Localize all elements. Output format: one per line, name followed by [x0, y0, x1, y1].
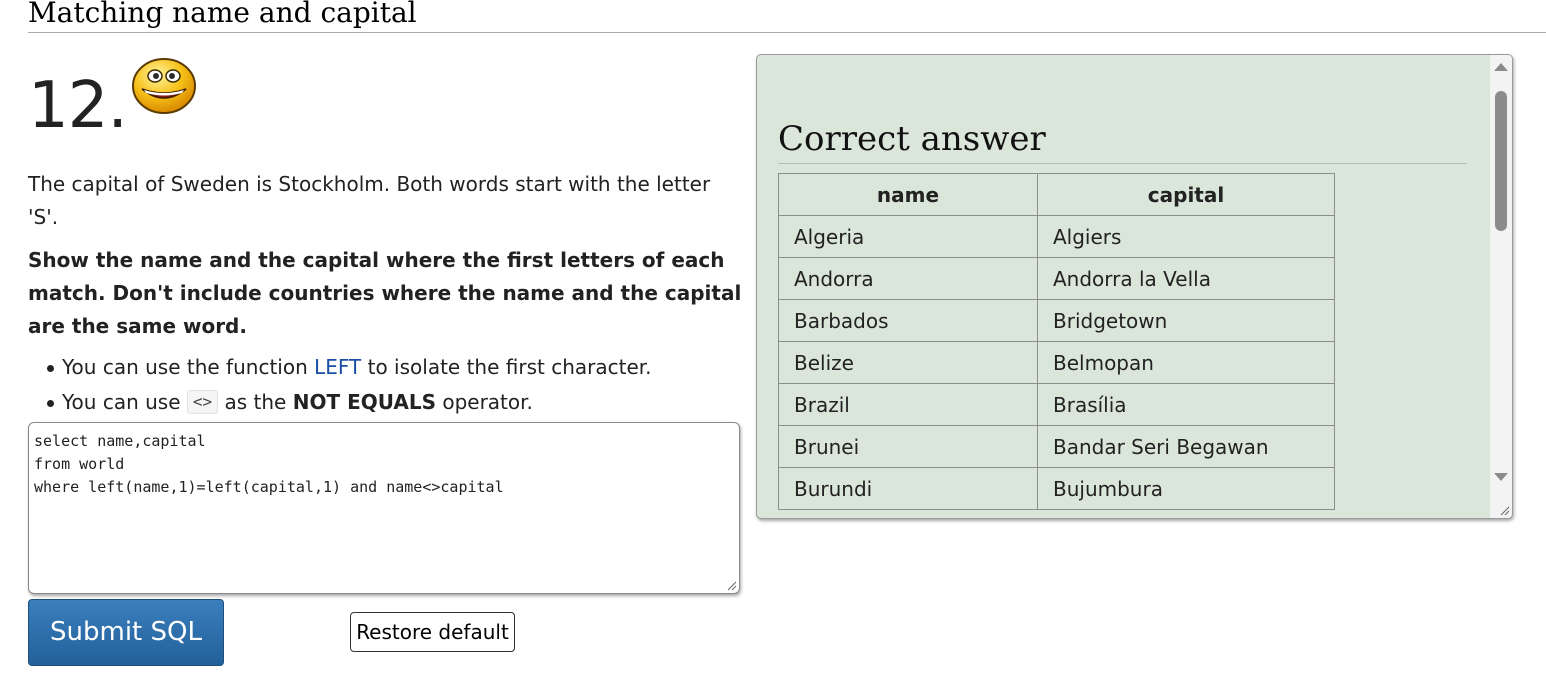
cell-name: Belize [778, 341, 1038, 384]
cell-capital: Brasília [1037, 383, 1335, 426]
resize-grip-icon[interactable] [1499, 505, 1510, 516]
left-function-link[interactable]: LEFT [314, 355, 361, 379]
cell-name: Andorra [778, 257, 1038, 300]
question-intro: The capital of Sweden is Stockholm. Both… [28, 172, 711, 229]
hint-text: You can use the function [62, 355, 315, 379]
hint-list: You can use the function LEFT to isolate… [28, 350, 748, 420]
table-row: Barbados Bridgetown [778, 299, 1335, 342]
scroll-up-icon[interactable] [1494, 63, 1508, 71]
cell-capital: Bridgetown [1037, 299, 1335, 342]
not-equals-label: NOT EQUALS [292, 390, 436, 414]
restore-default-button[interactable]: Restore default [350, 612, 515, 652]
table-row: Andorra Andorra la Vella [778, 257, 1335, 300]
vertical-scrollbar[interactable] [1490, 55, 1512, 518]
answer-table: name capital Algeria Algiers Andorra Andor… [778, 173, 1335, 510]
scroll-thumb[interactable] [1495, 91, 1507, 231]
answer-panel[interactable]: Correct answer name capital Algeria Algie… [756, 54, 1513, 519]
table-header-row: name capital [778, 173, 1335, 216]
cell-capital: Algiers [1037, 215, 1335, 258]
sql-code[interactable]: select name,capital from world where lef… [34, 432, 504, 496]
page-title: Matching name and capital [28, 0, 1546, 33]
resize-grip-icon[interactable] [726, 580, 737, 591]
cell-capital: Bujumbura [1037, 467, 1335, 510]
table-row: Brunei Bandar Seri Begawan [778, 425, 1335, 468]
table-row: Brazil Brasília [778, 383, 1335, 426]
scroll-down-icon[interactable] [1494, 473, 1508, 481]
hint-text: You can use [62, 390, 187, 414]
cell-name: Brunei [778, 425, 1038, 468]
sql-editor[interactable]: select name,capital from world where lef… [28, 422, 740, 594]
cell-capital: Belmopan [1037, 341, 1335, 384]
cell-capital: Bandar Seri Begawan [1037, 425, 1335, 468]
hint-text: as the [218, 390, 293, 414]
cell-name: Algeria [778, 215, 1038, 258]
cell-name: Burundi [778, 467, 1038, 510]
grinning-face-icon [132, 58, 196, 114]
answer-title: Correct answer [778, 115, 1467, 164]
cell-capital: Andorra la Vella [1037, 257, 1335, 300]
not-equals-code: <> [186, 390, 219, 414]
hint-text: to isolate the first character. [361, 355, 652, 379]
table-row: Belize Belmopan [778, 341, 1335, 384]
table-row: Burundi Bujumbura [778, 467, 1335, 510]
cell-name: Brazil [778, 383, 1038, 426]
cell-name: Barbados [778, 299, 1038, 342]
question-number: 12. [28, 69, 128, 143]
hint-not-equals: You can use <> as the NOT EQUALS operato… [28, 385, 748, 420]
table-row: Algeria Algiers [778, 215, 1335, 258]
hint-left-function: You can use the function LEFT to isolate… [28, 350, 748, 385]
column-header-capital: capital [1037, 173, 1335, 216]
column-header-name: name [778, 173, 1038, 216]
submit-sql-button[interactable]: Submit SQL [28, 599, 224, 666]
hint-text: operator. [435, 390, 533, 414]
question-instruction: Show the name and the capital where the … [28, 248, 742, 338]
